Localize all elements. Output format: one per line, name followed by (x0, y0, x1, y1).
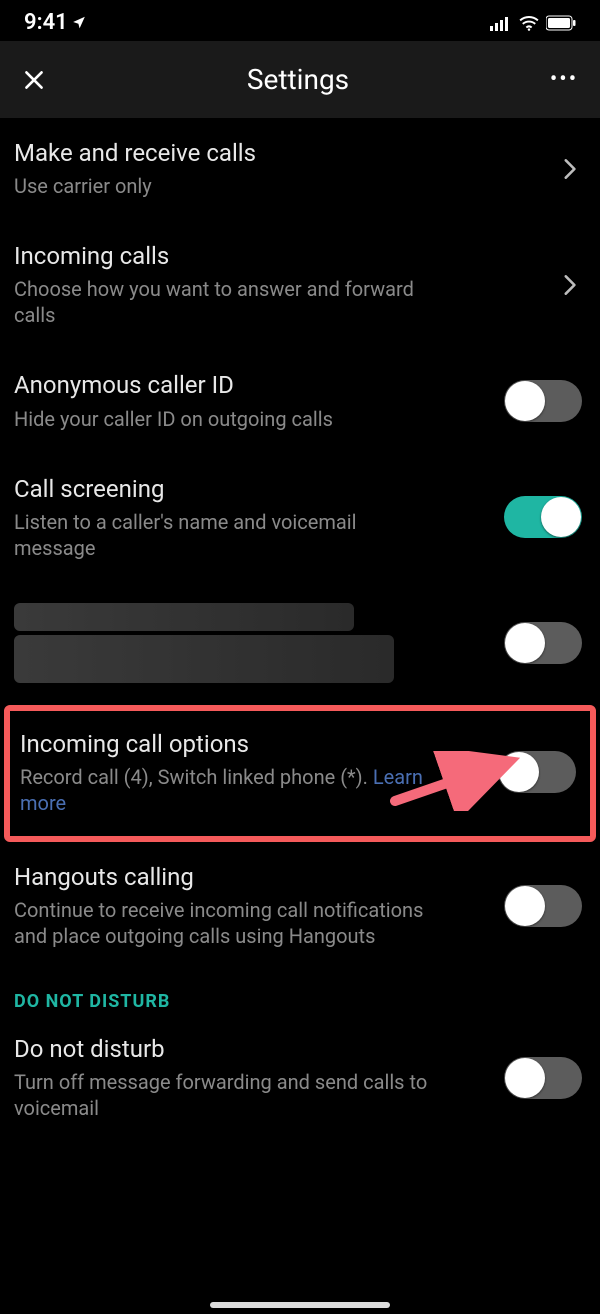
status-time: 9:41 (24, 10, 68, 35)
close-button[interactable] (20, 66, 48, 94)
row-incoming-call-options: Incoming call options Record call (4), S… (4, 705, 596, 842)
toggle-redacted[interactable] (504, 622, 582, 664)
row-call-screening: Call screening Listen to a caller's name… (0, 454, 600, 583)
row-do-not-disturb: Do not disturb Turn off message forwardi… (0, 1014, 600, 1143)
app-header: Settings ••• (0, 41, 600, 118)
row-title: Hangouts calling (14, 862, 490, 893)
chevron-right-icon (556, 156, 582, 182)
row-subtitle: Use carrier only (14, 173, 434, 199)
toggle-hangouts-calling[interactable] (504, 885, 582, 927)
row-title-redacted (14, 603, 354, 631)
row-subtitle: Choose how you want to answer and forwar… (14, 276, 434, 328)
row-subtitle-redacted (14, 635, 394, 683)
location-icon (72, 10, 86, 35)
toggle-call-screening[interactable] (504, 496, 582, 538)
row-hangouts-calling: Hangouts calling Continue to receive inc… (0, 842, 600, 971)
row-make-receive-calls[interactable]: Make and receive calls Use carrier only (0, 118, 600, 221)
row-incoming-calls[interactable]: Incoming calls Choose how you want to an… (0, 221, 600, 350)
row-subtitle: Continue to receive incoming call notifi… (14, 897, 434, 949)
device-notch (200, 0, 400, 34)
row-subtitle: Hide your caller ID on outgoing calls (14, 406, 434, 432)
toggle-do-not-disturb[interactable] (504, 1057, 582, 1099)
row-title: Incoming call options (20, 729, 484, 760)
row-title: Incoming calls (14, 241, 542, 272)
chevron-right-icon (556, 272, 582, 298)
row-subtitle: Listen to a caller's name and voicemail … (14, 509, 434, 561)
toggle-anonymous-caller-id[interactable] (504, 380, 582, 422)
row-subtitle: Turn off message forwarding and send cal… (14, 1069, 434, 1121)
settings-list: Make and receive calls Use carrier only … (0, 118, 600, 1143)
row-title: Anonymous caller ID (14, 370, 490, 401)
cellular-icon (490, 15, 512, 31)
wifi-icon (518, 15, 540, 31)
row-subtitle-text: Record call (4), Switch linked phone (*)… (20, 765, 373, 789)
more-button[interactable]: ••• (548, 67, 580, 92)
page-title: Settings (247, 63, 349, 96)
section-header-dnd: DO NOT DISTURB (0, 971, 600, 1014)
row-redacted (0, 583, 600, 705)
row-title: Do not disturb (14, 1034, 490, 1065)
row-subtitle: Record call (4), Switch linked phone (*)… (20, 764, 440, 816)
row-anonymous-caller-id: Anonymous caller ID Hide your caller ID … (0, 350, 600, 453)
row-title: Call screening (14, 474, 490, 505)
battery-icon (546, 15, 576, 31)
row-title: Make and receive calls (14, 138, 542, 169)
toggle-incoming-call-options[interactable] (498, 751, 576, 793)
home-indicator[interactable] (210, 1302, 390, 1308)
